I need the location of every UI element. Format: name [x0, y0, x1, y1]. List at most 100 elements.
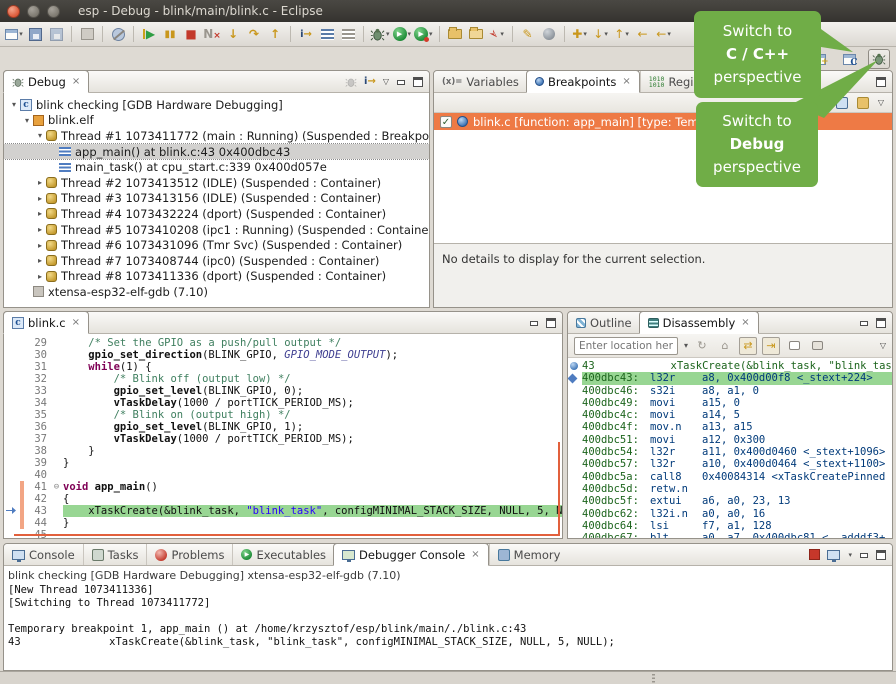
debug-launch-button[interactable]: ▾ — [369, 24, 391, 45]
tab-debugger-console[interactable]: Debugger Console × — [333, 543, 489, 566]
fold-icon[interactable]: ⊖ — [50, 481, 63, 493]
disassembly-row[interactable]: 400dbc5f:extuia6, a0, 23, 13 — [568, 495, 892, 507]
tab-tasks[interactable]: Tasks — [83, 544, 147, 565]
tab-breakpoints[interactable]: Breakpoints × — [526, 70, 640, 93]
editor-line[interactable]: 45 — [4, 529, 562, 538]
debug-tree-row[interactable]: ▸Thread #3 1073413156 (IDLE) (Suspended … — [4, 191, 429, 207]
refresh-icon[interactable]: ↻ — [693, 337, 711, 355]
disassembly-row[interactable]: 400dbc64:lsif7, a1, 128 — [568, 520, 892, 532]
pin-view-button[interactable] — [808, 337, 826, 355]
previous-annotation-button[interactable]: ↑▾ — [612, 24, 632, 45]
debug-tree-row[interactable]: ▸Thread #8 1073411336 (dport) (Suspended… — [4, 269, 429, 285]
close-icon[interactable]: × — [622, 76, 630, 87]
editor-line[interactable]: 42{ — [4, 493, 562, 505]
editor-line[interactable]: 36 gpio_set_level(BLINK_GPIO, 1); — [4, 421, 562, 433]
editor-line[interactable]: 29 /* Set the GPIO as a push/pull output… — [4, 337, 562, 349]
editor-line[interactable]: 41⊖void app_main() — [4, 481, 562, 493]
show-supported-breakpoints-icon[interactable] — [836, 97, 848, 109]
view-menu-icon[interactable]: ▽ — [878, 98, 884, 107]
disassembly-row[interactable]: 400dbc57:l32ra10, 0x400d0464 <_stext+110… — [568, 458, 892, 470]
open-new-view-button[interactable] — [785, 337, 803, 355]
disassembly-body[interactable]: 43 xTaskCreate(&blink_task, "blink_tas40… — [568, 358, 892, 538]
dropdown-icon[interactable]: ▾ — [848, 551, 852, 559]
dropdown-icon[interactable]: ▾ — [667, 30, 671, 38]
disassembly-row[interactable]: 400dbc43:l32ra8, 0x400d00f8 <_stext+224> — [568, 372, 892, 384]
disassembly-row[interactable]: 400dbc62:l32i.na0, a0, 16 — [568, 508, 892, 520]
debug-tree-row[interactable]: ▸Thread #7 1073408744 (ipc0) (Suspended … — [4, 253, 429, 269]
disassembly-row[interactable]: 400dbc54:l32ra11, 0x400d0460 <_stext+109… — [568, 446, 892, 458]
debug-tree-row[interactable]: ▸Thread #4 1073432224 (dport) (Suspended… — [4, 206, 429, 222]
debug-tree-row[interactable]: xtensa-esp32-elf-gdb (7.10) — [4, 284, 429, 300]
console-body[interactable]: blink checking [GDB Hardware Debugging] … — [4, 566, 892, 670]
terminate-button[interactable]: ■ — [181, 24, 201, 45]
debug-tree-row[interactable]: ▸Thread #6 1073431096 (Tmr Svc) (Suspend… — [4, 237, 429, 253]
debug-tree-row[interactable]: ▾cblink checking [GDB Hardware Debugging… — [4, 97, 429, 113]
disassembly-row[interactable]: 400dbc51:movia12, 0x300 — [568, 434, 892, 446]
disassembly-row[interactable]: 400dbc4c:movia14, 5 — [568, 409, 892, 421]
window-minimize-button[interactable] — [27, 5, 40, 18]
editor-line[interactable]: 44} — [4, 517, 562, 529]
dropdown-icon[interactable]: ▾ — [625, 30, 629, 38]
instruction-stepping-button[interactable]: i→ — [296, 24, 316, 45]
terminate-console-icon[interactable] — [809, 549, 820, 560]
sync-selection-icon[interactable]: ⇄ — [739, 337, 757, 355]
breakpoint-groups-icon[interactable] — [857, 97, 869, 109]
maximize-icon[interactable] — [876, 77, 886, 87]
twistie-icon[interactable]: ▸ — [34, 209, 46, 218]
twistie-icon[interactable]: ▸ — [34, 225, 46, 234]
window-close-button[interactable] — [7, 5, 20, 18]
save-button[interactable] — [25, 24, 45, 45]
debug-tree-row[interactable]: ▸Thread #5 1073410208 (ipc1 : Running) (… — [4, 222, 429, 238]
external-tools-button[interactable]: ▶▾ — [413, 24, 434, 45]
show-logical-structure-button[interactable] — [317, 24, 337, 45]
debug-tree-row[interactable]: ▸Thread #2 1073413512 (IDLE) (Suspended … — [4, 175, 429, 191]
skip-all-breakpoints-button[interactable] — [108, 24, 128, 45]
view-menu-icon[interactable]: ▽ — [383, 77, 389, 86]
editor-body[interactable]: 29 /* Set the GPIO as a push/pull output… — [4, 334, 562, 538]
minimize-icon[interactable] — [529, 318, 539, 327]
disassembly-row[interactable]: 400dbc49:movia15, 0 — [568, 397, 892, 409]
editor-line[interactable]: 35 /* Blink on (output high) */ — [4, 409, 562, 421]
dropdown-icon[interactable]: ▾ — [684, 341, 688, 350]
dropdown-icon[interactable]: ▾ — [583, 30, 587, 38]
pin-editor-button[interactable]: ✚▾ — [570, 24, 590, 45]
debug-tree-row[interactable]: ▾blink.elf — [4, 113, 429, 129]
close-icon[interactable]: × — [72, 317, 80, 328]
dropdown-icon[interactable]: ▾ — [19, 30, 23, 38]
new-wizard-button[interactable]: ▾ — [4, 24, 24, 45]
save-all-button[interactable] — [46, 24, 66, 45]
minimize-icon[interactable] — [396, 77, 406, 86]
close-icon[interactable]: × — [72, 76, 80, 87]
editor-line[interactable]: 31 while(1) { — [4, 361, 562, 373]
instruction-stepping-view-button[interactable]: i→ — [364, 76, 376, 87]
disconnect-button[interactable]: N× — [202, 24, 222, 45]
tab-debug[interactable]: Debug × — [3, 70, 89, 93]
sash-grip[interactable] — [652, 674, 655, 683]
dropdown-icon[interactable]: ▾ — [429, 30, 433, 38]
dropdown-icon[interactable]: ▾ — [386, 30, 390, 38]
cpp-perspective-button[interactable]: C — [838, 49, 860, 69]
window-maximize-button[interactable] — [47, 5, 60, 18]
suspend-button[interactable]: ▮▮ — [160, 24, 180, 45]
next-annotation-button[interactable]: ↓▾ — [591, 24, 611, 45]
track-expression-icon[interactable]: ⇥ — [762, 337, 780, 355]
editor-line[interactable]: 37 vTaskDelay(1000 / portTICK_PERIOD_MS)… — [4, 433, 562, 445]
editor-line[interactable]: 38 } — [4, 445, 562, 457]
breakpoint-row[interactable]: ✓ blink.c [function: app_main] [type: Te… — [434, 113, 892, 130]
resume-button[interactable]: ▶ — [139, 24, 159, 45]
tab-executables[interactable]: ▶ Executables — [232, 544, 334, 565]
back-button[interactable]: ←▾ — [654, 24, 674, 45]
disassembly-row[interactable]: 43 xTaskCreate(&blink_task, "blink_tas — [568, 360, 892, 372]
disassembly-row[interactable]: 400dbc67:blta0, a7, 0x400dbc81 <__adddf3… — [568, 532, 892, 538]
twistie-icon[interactable]: ▸ — [34, 256, 46, 265]
remove-terminated-icon[interactable] — [345, 76, 357, 88]
close-icon[interactable]: × — [471, 549, 479, 560]
debug-tree-row[interactable]: ▾Thread #1 1073411772 (main : Running) (… — [4, 128, 429, 144]
tab-memory[interactable]: Memory — [489, 544, 569, 565]
editor-line[interactable]: 39} — [4, 457, 562, 469]
step-over-button[interactable]: ↷ — [244, 24, 264, 45]
use-step-filters-button[interactable] — [338, 24, 358, 45]
home-icon[interactable]: ⌂ — [716, 337, 734, 355]
tab-console[interactable]: Console — [4, 544, 83, 565]
debug-tree-row[interactable]: app_main() at blink.c:43 0x400dbc43 — [4, 144, 429, 160]
